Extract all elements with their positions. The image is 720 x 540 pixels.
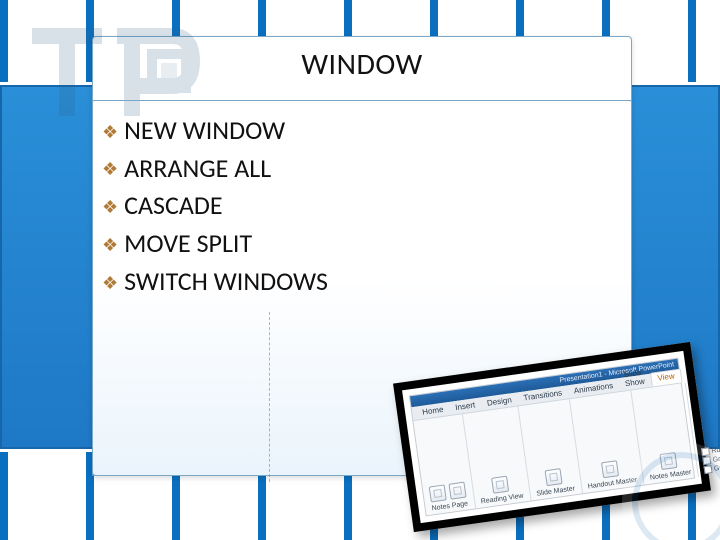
list-item: ❖ MOVE SPLIT	[102, 225, 622, 263]
bullet-list: ❖ NEW WINDOW ❖ ARRANGE ALL ❖ CASCADE ❖ M…	[102, 112, 622, 300]
diamond-bullet-icon: ❖	[102, 194, 118, 220]
page-icon[interactable]	[545, 468, 563, 486]
diamond-bullet-icon: ❖	[102, 270, 118, 296]
list-item: ❖ SWITCH WINDOWS	[102, 263, 622, 301]
diamond-bullet-icon: ❖	[102, 119, 118, 145]
slide-stage: WINDOW ❖ NEW WINDOW ❖ ARRANGE ALL ❖ CASC…	[0, 0, 720, 540]
diamond-bullet-icon: ❖	[102, 156, 118, 182]
list-item: ❖ ARRANGE ALL	[102, 150, 622, 188]
page-icon[interactable]	[601, 460, 619, 478]
group-label: Notes Page	[431, 500, 468, 512]
diamond-bullet-icon: ❖	[102, 232, 118, 258]
group-label: Slide Master	[536, 485, 576, 497]
list-item-label: NEW WINDOW	[124, 112, 285, 150]
list-item: ❖ NEW WINDOW	[102, 112, 622, 150]
list-item-label: CASCADE	[124, 187, 222, 225]
page-title: WINDOW	[92, 46, 632, 83]
page-icon[interactable]	[429, 484, 447, 502]
vertical-seam	[269, 312, 270, 482]
list-item-label: SWITCH WINDOWS	[124, 263, 328, 301]
list-item-label: ARRANGE ALL	[124, 150, 271, 188]
list-item: ❖ CASCADE	[102, 187, 622, 225]
page-icon[interactable]	[449, 482, 467, 500]
group-label: Reading View	[480, 493, 524, 506]
list-item-label: MOVE SPLIT	[124, 225, 252, 263]
page-icon[interactable]	[491, 476, 509, 494]
